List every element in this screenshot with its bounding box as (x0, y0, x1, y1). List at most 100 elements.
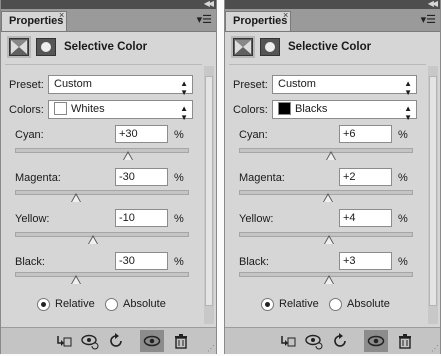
yellow-unit: % (398, 213, 408, 225)
visibility-eye-icon[interactable] (140, 330, 164, 352)
magenta-slider-track[interactable] (15, 190, 189, 195)
panel-footer: ⋰ (1, 327, 216, 354)
collapse-panel-icon[interactable]: ◀◀ (428, 0, 438, 8)
cyan-unit: % (398, 129, 408, 141)
yellow-slider-handle[interactable] (88, 235, 99, 244)
close-tab-icon[interactable]: × (283, 10, 436, 20)
visibility-eye-icon[interactable] (364, 330, 388, 352)
select-arrows-icon: ▲ ▼ (404, 79, 412, 97)
colors-label: Colors: (233, 104, 268, 116)
preset-value: Custom (278, 78, 316, 90)
black-label: Black: (239, 256, 269, 268)
black-input[interactable]: +3 (339, 252, 392, 270)
panel-scrollbar[interactable] (428, 66, 438, 324)
view-previous-state-icon[interactable] (305, 332, 323, 350)
resize-grip-icon[interactable]: ⋰ (431, 344, 439, 353)
select-arrows-icon: ▲ ▼ (180, 104, 188, 122)
yellow-label: Yellow: (239, 213, 274, 225)
scrollbar-thumb[interactable] (205, 76, 213, 306)
trash-icon[interactable] (396, 332, 414, 350)
select-arrows-icon: ▲ ▼ (180, 79, 188, 97)
relative-label: Relative (55, 298, 95, 310)
preset-value: Custom (54, 78, 92, 90)
panel-menu-icon[interactable]: ▾☰ (421, 13, 436, 26)
cyan-slider-handle[interactable] (123, 151, 134, 160)
colors-value: Whites (71, 103, 105, 115)
tab-properties[interactable]: Properties (225, 11, 291, 31)
relative-radio[interactable] (37, 298, 50, 311)
color-swatch (54, 102, 67, 115)
panel-top-strip: ◀◀ (225, 0, 440, 9)
magenta-slider-handle[interactable] (70, 193, 81, 202)
view-previous-state-icon[interactable] (81, 332, 99, 350)
cyan-slider-track[interactable] (15, 148, 189, 153)
absolute-radio[interactable] (105, 298, 118, 311)
properties-panel-blacks: ◀◀ Properties × ▾☰ Selective Color Prese… (224, 0, 441, 354)
yellow-unit: % (174, 213, 184, 225)
panel-scrollbar[interactable] (204, 66, 214, 324)
layer-mask-icon[interactable] (260, 38, 280, 56)
clip-to-layer-icon[interactable] (279, 332, 297, 350)
magenta-unit: % (398, 172, 408, 184)
collapse-panel-icon[interactable]: ◀◀ (204, 0, 214, 8)
relative-radio[interactable] (261, 298, 274, 311)
tab-bar: Properties × ▾☰ (225, 9, 440, 32)
black-unit: % (398, 256, 408, 268)
black-slider-handle[interactable] (70, 275, 81, 284)
clip-to-layer-icon[interactable] (55, 332, 73, 350)
reset-icon[interactable] (108, 332, 126, 350)
yellow-input[interactable]: -10 (115, 209, 168, 227)
cyan-label: Cyan: (15, 129, 44, 141)
tab-properties-label: Properties (233, 15, 288, 27)
preset-label: Preset: (9, 79, 44, 91)
panel-footer: ⋰ (225, 327, 440, 354)
cyan-unit: % (174, 129, 184, 141)
trash-icon[interactable] (172, 332, 190, 350)
resize-grip-icon[interactable]: ⋰ (207, 344, 215, 353)
close-tab-icon[interactable]: × (59, 10, 212, 20)
absolute-radio[interactable] (329, 298, 342, 311)
color-swatch (278, 102, 291, 115)
selective-color-adjustment-icon (233, 38, 253, 56)
yellow-slider-track[interactable] (15, 232, 189, 237)
black-unit: % (174, 256, 184, 268)
adjustment-title: Selective Color (288, 41, 372, 53)
header-divider (229, 64, 426, 65)
preset-label: Preset: (233, 79, 268, 91)
colors-select[interactable]: Blacks ▲ ▼ (272, 100, 417, 122)
relative-label: Relative (279, 298, 319, 310)
tab-properties-label: Properties (9, 15, 64, 27)
yellow-input[interactable]: +4 (339, 209, 392, 227)
yellow-slider-handle[interactable] (324, 235, 335, 244)
magenta-slider-handle[interactable] (322, 193, 333, 202)
select-arrows-icon: ▲ ▼ (404, 104, 412, 122)
tab-properties[interactable]: Properties (1, 11, 67, 31)
absolute-label: Absolute (347, 298, 390, 310)
cyan-input[interactable]: +30 (115, 125, 168, 143)
panel-menu-icon[interactable]: ▾☰ (197, 13, 212, 26)
magenta-unit: % (174, 172, 184, 184)
colors-value: Blacks (295, 103, 328, 115)
magenta-input[interactable]: +2 (339, 168, 392, 186)
magenta-label: Magenta: (15, 172, 61, 184)
cyan-slider-handle[interactable] (326, 151, 337, 160)
selective-color-adjustment-icon (9, 38, 29, 56)
colors-select[interactable]: Whites ▲ ▼ (48, 100, 193, 122)
preset-select[interactable]: Custom ▲ ▼ (48, 75, 193, 97)
panel-top-strip: ◀◀ (1, 0, 216, 9)
colors-label: Colors: (9, 104, 44, 116)
black-slider-handle[interactable] (323, 275, 334, 284)
magenta-input[interactable]: -30 (115, 168, 168, 186)
black-input[interactable]: -30 (115, 252, 168, 270)
adjustment-title: Selective Color (64, 41, 148, 53)
header-divider (5, 64, 202, 65)
scrollbar-thumb[interactable] (429, 76, 437, 306)
cyan-input[interactable]: +6 (339, 125, 392, 143)
preset-select[interactable]: Custom ▲ ▼ (272, 75, 417, 97)
reset-icon[interactable] (332, 332, 350, 350)
black-slider-track[interactable] (15, 272, 189, 277)
black-label: Black: (15, 256, 45, 268)
magenta-label: Magenta: (239, 172, 285, 184)
cyan-label: Cyan: (239, 129, 268, 141)
layer-mask-icon[interactable] (36, 38, 56, 56)
